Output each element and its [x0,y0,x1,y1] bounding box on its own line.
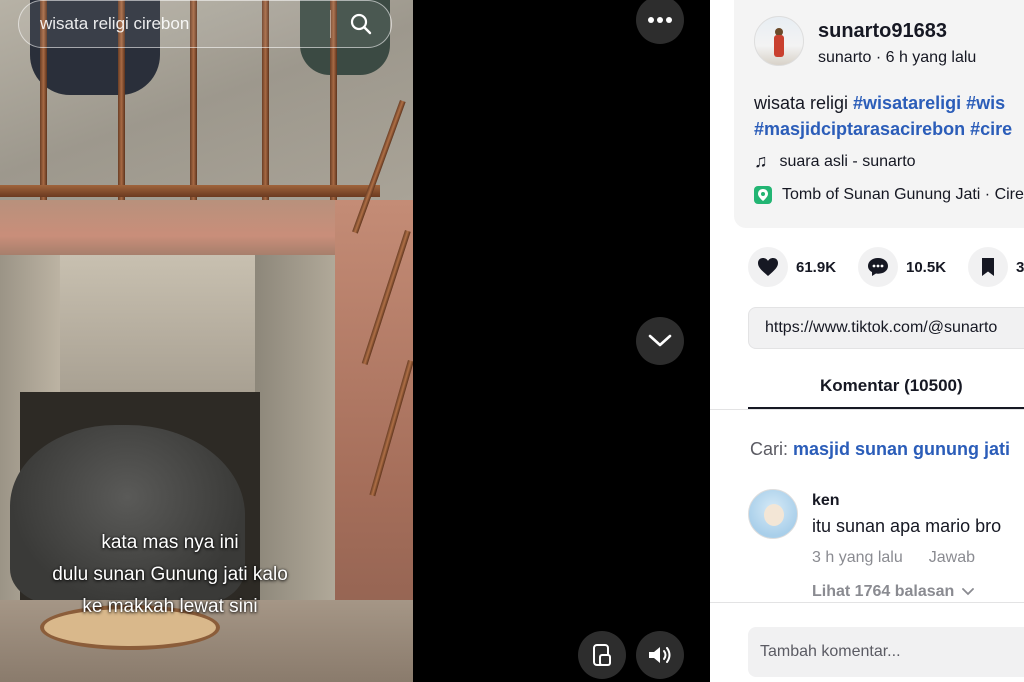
tab-divider [710,409,1024,410]
video-caption-line: dulu sunan Gunung jati kalo [52,564,288,585]
bookmark-icon [982,258,994,276]
commenter-avatar[interactable] [748,489,798,539]
footer-divider [710,602,1024,603]
more-options-button[interactable] [636,0,684,44]
volume-button[interactable] [636,631,684,679]
video-player[interactable]: kata mas nya ini dulu sunan Gunung jati … [0,0,710,682]
location-pin-icon [754,186,772,204]
search-bar[interactable]: wisata religi cirebon [18,0,392,48]
search-input[interactable]: wisata religi cirebon [19,14,330,34]
location-link[interactable]: Tomb of Sunan Gunung Jati · Cire [754,186,1024,204]
post-description: wisata religi #wisatareligi #wis #masjid… [754,90,1024,142]
save-count: 3 [1016,258,1024,276]
floating-player-icon [593,644,611,666]
fence-rail [0,185,380,197]
description-text: wisata religi [754,93,854,113]
save-button[interactable] [968,247,1008,287]
view-replies-label: Lihat 1764 balasan [812,583,955,600]
volume-icon [649,647,671,663]
comment-text: itu sunan apa mario bro [812,516,1002,536]
author-avatar[interactable] [754,16,804,66]
comment-count: 10.5K [906,258,947,276]
active-tab-indicator [748,407,1024,409]
comment-icon [868,258,888,276]
details-panel: sunarto91683 sunarto · 6 h yang lalu wis… [710,0,1024,682]
video-caption-line: ke makkah lewat sini [82,596,258,617]
search-button[interactable] [331,1,391,47]
video-caption-line: kata mas nya ini [101,532,239,553]
more-dots-icon [648,17,672,23]
avatar-face [764,504,784,526]
video-frame[interactable]: kata mas nya ini dulu sunan Gunung jati … [0,0,413,682]
reply-button[interactable]: Jawab [929,549,975,567]
author-username[interactable]: sunarto91683 [818,20,947,43]
music-link[interactable]: ♫ suara asli - sunarto [754,151,916,172]
tab-comments-label: Komentar (10500) [820,376,963,395]
author-nickname: sunarto [818,49,872,66]
picture-in-picture-button[interactable] [578,631,626,679]
post-time: 6 h yang lalu [885,49,977,66]
commenter-name[interactable]: ken [812,492,840,510]
hashtag-link[interactable]: #wis [966,93,1005,113]
chevron-down-icon [648,334,672,347]
author-subline: sunarto · 6 h yang lalu [818,49,976,67]
post-info-card: sunarto91683 sunarto · 6 h yang lalu wis… [734,0,1024,228]
search-suggestion[interactable]: Cari: masjid sunan gunung jati [750,439,1010,460]
music-title: suara asli - sunarto [779,152,916,170]
like-stat[interactable]: 61.9K [748,247,836,287]
hashtag-link[interactable]: #wisatareligi [853,93,961,113]
search-suggestion-label: Cari: [750,439,794,459]
like-button[interactable] [748,247,788,287]
share-link-field[interactable]: https://www.tiktok.com/@sunarto [748,307,1024,349]
avatar-figure-body [774,35,784,57]
hashtag-link[interactable]: #masjidciptarasacirebon [754,119,965,139]
chevron-down-icon [962,588,975,596]
comment-stat[interactable]: 10.5K [858,247,946,287]
comment-button[interactable] [858,247,898,287]
tab-comments[interactable]: Komentar (10500) [748,366,1024,410]
subline-separator: · [871,49,886,66]
music-note-icon: ♫ [754,151,768,171]
search-icon [350,13,372,35]
heart-icon [758,258,778,276]
add-comment-input[interactable]: Tambah komentar... [748,627,1024,677]
save-stat[interactable]: 3 [968,247,1024,287]
view-replies-button[interactable]: Lihat 1764 balasan [812,583,975,601]
comment-meta: 3 h yang lalu Jawab [812,549,975,567]
like-count: 61.9K [796,258,837,276]
location-name: Tomb of Sunan Gunung Jati · Cire [782,186,1024,203]
next-video-button[interactable] [636,317,684,365]
hashtag-link[interactable]: #cire [970,119,1012,139]
search-suggestion-query[interactable]: masjid sunan gunung jati [793,439,1010,459]
comment-time: 3 h yang lalu [812,549,903,566]
